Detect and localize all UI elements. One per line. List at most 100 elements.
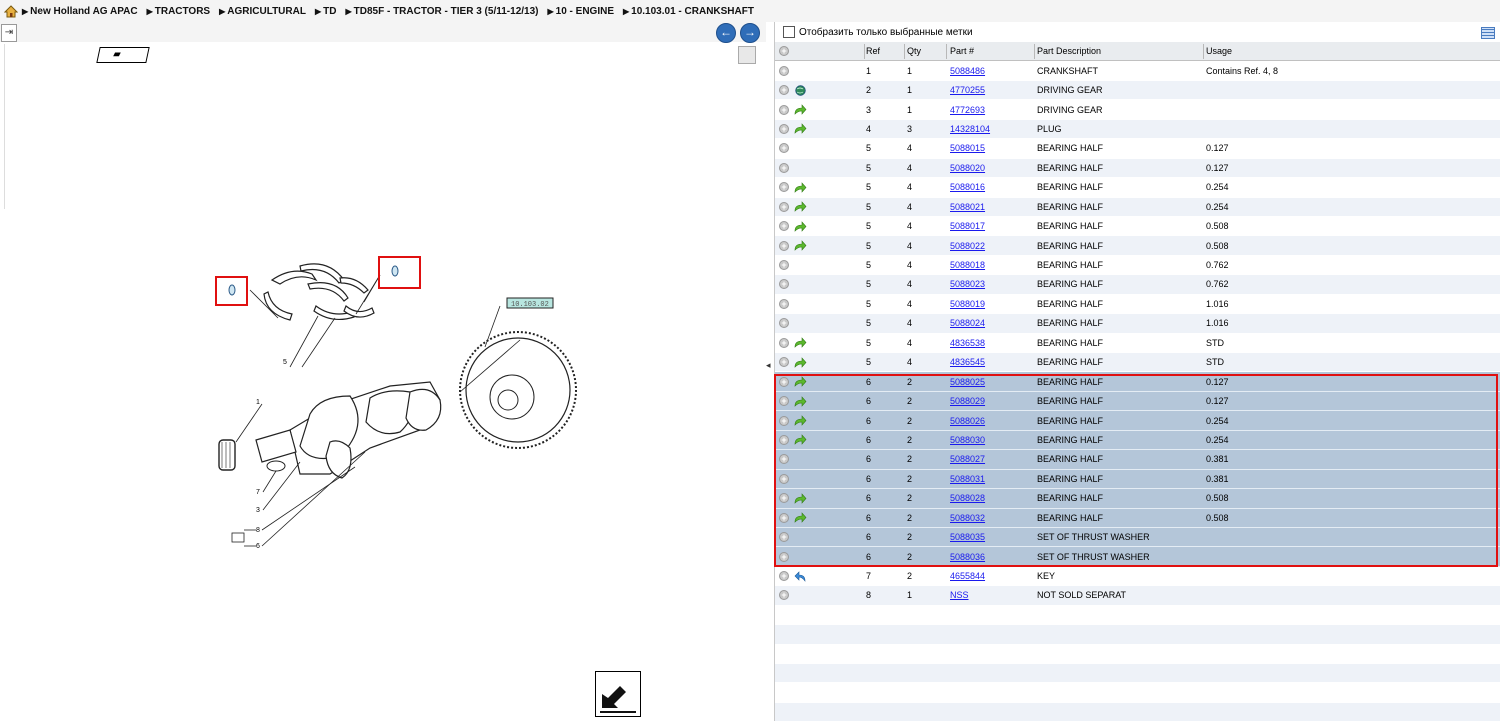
green-arrow-icon[interactable] (794, 372, 810, 390)
expand-row-button[interactable]: + (779, 586, 791, 604)
plus-icon[interactable]: + (779, 65, 789, 76)
part-number-link[interactable]: 5088016 (950, 182, 985, 192)
plus-icon[interactable]: + (779, 590, 789, 601)
part-number-link[interactable]: 5088032 (950, 513, 985, 523)
part-number-link[interactable]: 14328104 (950, 124, 990, 134)
part-number-link[interactable]: 4836538 (950, 338, 985, 348)
plus-icon[interactable]: + (779, 46, 789, 57)
expand-row-button[interactable]: + (779, 372, 791, 390)
expand-row-button[interactable]: + (779, 295, 791, 313)
plus-icon[interactable]: + (779, 279, 789, 290)
plus-icon[interactable]: + (779, 221, 789, 232)
collapse-arrow-icon[interactable]: ◂ (766, 360, 771, 371)
expand-row-button[interactable]: + (779, 256, 791, 274)
table-row[interactable]: +5 4 5088021 BEARING HALF 0.254 (775, 197, 1500, 217)
plus-icon[interactable]: + (779, 143, 789, 154)
green-arrow-icon[interactable] (794, 120, 810, 138)
expand-row-button[interactable]: + (779, 159, 791, 177)
table-row[interactable]: +4 3 14328104 PLUG (775, 119, 1500, 140)
part-number-link[interactable]: 5088023 (950, 279, 985, 289)
breadcrumb-label[interactable]: TRACTORS (155, 6, 210, 17)
expand-row-button[interactable]: + (779, 198, 791, 216)
part-number-link[interactable]: 5088021 (950, 202, 985, 212)
plus-icon[interactable]: + (779, 318, 789, 329)
green-arrow-icon[interactable] (794, 431, 810, 449)
green-arrow-icon[interactable] (794, 392, 810, 410)
part-number-link[interactable]: 4836545 (950, 357, 985, 367)
table-row[interactable]: +5 4 5088016 BEARING HALF 0.254 (775, 178, 1500, 198)
plus-icon[interactable]: + (779, 240, 789, 251)
expand-row-button[interactable]: + (779, 431, 791, 449)
expand-row-button[interactable]: + (779, 547, 791, 565)
table-row[interactable]: +3 1 4772693 DRIVING GEAR (775, 100, 1500, 120)
green-arrow-icon[interactable] (794, 198, 810, 216)
expand-row-button[interactable]: + (779, 139, 791, 157)
part-number-link[interactable]: 5088020 (950, 163, 985, 173)
part-number-link[interactable]: 5088036 (950, 552, 985, 562)
table-row[interactable]: +5 4 5088023 BEARING HALF 0.762 (775, 275, 1500, 295)
plus-icon[interactable]: + (779, 337, 789, 348)
green-arrow-icon[interactable] (794, 489, 810, 507)
breadcrumb-label[interactable]: New Holland AG APAC (30, 6, 137, 17)
expand-row-button[interactable]: + (779, 217, 791, 235)
plus-icon[interactable]: + (779, 571, 789, 582)
part-number-link[interactable]: 4655844 (950, 571, 985, 581)
table-row[interactable]: +5 4 5088015 BEARING HALF 0.127 (775, 139, 1500, 159)
pane-splitter[interactable]: ◂ (766, 22, 774, 721)
expand-row-button[interactable]: + (779, 120, 791, 138)
plus-icon[interactable]: + (779, 532, 789, 543)
breadcrumb-item[interactable]: ▶ TD85F - TRACTOR - TIER 3 (5/11-12/13) (345, 6, 538, 17)
expand-row-button[interactable]: + (779, 178, 791, 196)
expand-row-button[interactable]: + (779, 470, 791, 488)
expand-row-button[interactable]: + (779, 353, 791, 371)
table-row[interactable]: +6 2 5088032 BEARING HALF 0.508 (775, 508, 1500, 528)
table-row[interactable]: +6 2 5088031 BEARING HALF 0.381 (775, 469, 1500, 490)
green-arrow-icon[interactable] (794, 353, 810, 371)
breadcrumb-item[interactable]: ▶ TD (315, 6, 337, 17)
expand-row-button[interactable]: + (779, 392, 791, 410)
table-row[interactable]: +5 4 4836538 BEARING HALF STD (775, 333, 1500, 353)
plus-icon[interactable]: + (779, 376, 789, 387)
part-number-link[interactable]: 5088028 (950, 493, 985, 503)
table-row[interactable]: +6 2 5088035 SET OF THRUST WASHER (775, 527, 1500, 548)
green-arrow-icon[interactable] (794, 236, 810, 254)
expand-row-button[interactable]: + (779, 567, 791, 585)
plus-icon[interactable]: + (779, 85, 789, 96)
breadcrumb-item[interactable]: ▶ TRACTORS (147, 6, 211, 17)
breadcrumb-label[interactable]: TD85F - TRACTOR - TIER 3 (5/11-12/13) (354, 6, 539, 17)
table-row[interactable]: +6 2 5088028 BEARING HALF 0.508 (775, 489, 1500, 509)
header-ref[interactable]: Ref (866, 42, 880, 60)
table-row[interactable]: +1 1 5088486 CRANKSHAFT Contains Ref. 4, 8 (775, 61, 1500, 81)
breadcrumb-label[interactable]: AGRICULTURAL (227, 6, 306, 17)
part-number-link[interactable]: 4770255 (950, 85, 985, 95)
table-row[interactable]: +5 4 5088018 BEARING HALF 0.762 (775, 255, 1500, 276)
table-row[interactable]: +6 2 5088030 BEARING HALF 0.254 (775, 430, 1500, 451)
blue-return-arrow-icon[interactable] (794, 567, 810, 585)
expand-row-button[interactable]: + (779, 450, 791, 468)
breadcrumb-label[interactable]: 10 - ENGINE (556, 6, 614, 17)
header-usage[interactable]: Usage (1206, 42, 1232, 60)
table-row[interactable]: +6 2 5088025 BEARING HALF 0.127 (775, 372, 1500, 392)
table-row[interactable]: +8 1 NSS NOT SOLD SEPARAT (775, 586, 1500, 606)
next-diagram-button[interactable] (595, 671, 641, 717)
green-arrow-icon[interactable] (794, 217, 810, 235)
plus-icon[interactable]: + (779, 512, 789, 523)
part-number-link[interactable]: 5088019 (950, 299, 985, 309)
table-row[interactable]: +6 2 5088029 BEARING HALF 0.127 (775, 391, 1500, 412)
header-qty[interactable]: Qty (907, 42, 921, 60)
grid-view-icon[interactable] (1481, 27, 1495, 39)
breadcrumb-item[interactable]: ▶ 10 - ENGINE (547, 6, 614, 17)
breadcrumb-item[interactable]: ▶ New Holland AG APAC (22, 6, 138, 17)
expand-row-button[interactable]: + (779, 411, 791, 429)
part-number-link[interactable]: 5088022 (950, 241, 985, 251)
plus-icon[interactable]: + (779, 434, 789, 445)
plus-icon[interactable]: + (779, 551, 789, 562)
part-number-link[interactable]: 5088030 (950, 435, 985, 445)
table-row[interactable]: +2 1 4770255 DRIVING GEAR (775, 80, 1500, 101)
part-number-link[interactable]: 5088027 (950, 454, 985, 464)
part-number-link[interactable]: 5088024 (950, 318, 985, 328)
green-arrow-icon[interactable] (794, 334, 810, 352)
table-row[interactable]: +5 4 5088024 BEARING HALF 1.016 (775, 314, 1500, 334)
part-number-link[interactable]: 5088035 (950, 532, 985, 542)
part-number-link[interactable]: 5088025 (950, 377, 985, 387)
